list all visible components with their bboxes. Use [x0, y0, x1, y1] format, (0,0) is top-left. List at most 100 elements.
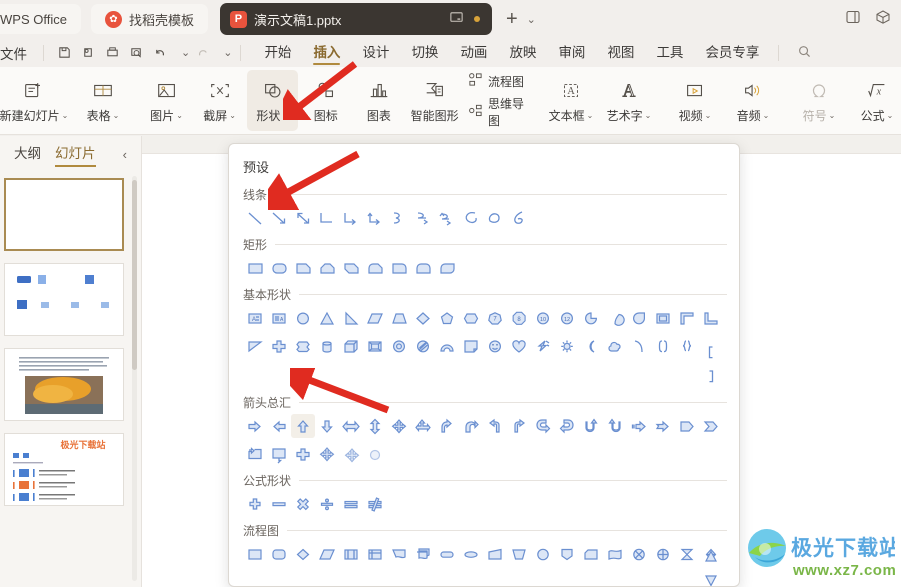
- shape-round-same-side-corner[interactable]: [411, 256, 435, 280]
- shape-striped-right-arrow[interactable]: [627, 414, 651, 438]
- undo-icon[interactable]: [148, 42, 172, 64]
- shape-smiley-face[interactable]: [483, 334, 507, 358]
- shape-elbow-double-arrow[interactable]: [363, 206, 387, 230]
- shape-down-arrow-callout[interactable]: [315, 442, 339, 466]
- cube-icon[interactable]: [875, 9, 891, 28]
- shape-pie[interactable]: [579, 306, 603, 330]
- shape-cross[interactable]: [267, 334, 291, 358]
- shape-curve-arrow[interactable]: [411, 206, 435, 230]
- shape-fc-or[interactable]: [651, 542, 675, 566]
- tab-view[interactable]: 视图: [596, 38, 645, 67]
- tab-slideshow[interactable]: 放映: [498, 38, 547, 67]
- shape-freeform[interactable]: [483, 206, 507, 230]
- shape-fc-predefined-process[interactable]: [339, 542, 363, 566]
- shape-cube[interactable]: [339, 334, 363, 358]
- ribbon-flowchart[interactable]: 流程图: [468, 72, 530, 90]
- shape-isosceles-triangle[interactable]: [315, 306, 339, 330]
- ribbon-shapes[interactable]: 形状 ⌃: [247, 70, 299, 131]
- shape-fc-preparation[interactable]: [459, 542, 483, 566]
- slide-thumbnail-4[interactable]: 极光下载站: [4, 433, 124, 506]
- shape-fc-card[interactable]: [579, 542, 603, 566]
- tab-start[interactable]: 开始: [253, 38, 302, 67]
- shape-hexagon[interactable]: [459, 306, 483, 330]
- shape-pentagon-arrow[interactable]: [675, 414, 699, 438]
- shape-right-arrow-callout[interactable]: [243, 442, 267, 466]
- shape-elbow-arrow[interactable]: [339, 206, 363, 230]
- shape-cloud[interactable]: [603, 334, 627, 358]
- shape-heart[interactable]: [507, 334, 531, 358]
- shape-right-bracket[interactable]: [699, 364, 723, 388]
- shape-circular-arrow[interactable]: [459, 414, 483, 438]
- shape-round-single-corner[interactable]: [387, 256, 411, 280]
- wps-office-tab[interactable]: WPS Office: [0, 4, 81, 34]
- ribbon-screenshot[interactable]: 截屏 ⌄: [194, 70, 245, 131]
- slide-thumbnail-3[interactable]: [4, 348, 124, 421]
- sidebar-toggle-icon[interactable]: [845, 9, 861, 28]
- shape-fc-merge[interactable]: [699, 568, 723, 586]
- shape-fc-decision[interactable]: [291, 542, 315, 566]
- shape-cross-arrow[interactable]: [339, 442, 363, 466]
- ribbon-textbox[interactable]: A 文本框 ⌄: [543, 70, 599, 131]
- shape-fc-document[interactable]: [387, 542, 411, 566]
- shape-fc-multidocument[interactable]: [411, 542, 435, 566]
- shape-u-turn-arrow[interactable]: [531, 414, 555, 438]
- shape-left-right-arrow[interactable]: [339, 414, 363, 438]
- ribbon-symbol[interactable]: 符号 ⌄: [791, 70, 847, 131]
- shape-fc-off-page-connector[interactable]: [555, 542, 579, 566]
- ribbon-table[interactable]: 表格 ⌄: [75, 70, 131, 131]
- ribbon-wordart[interactable]: A 艺术字 ⌄: [601, 70, 657, 131]
- shape-right-arrow[interactable]: [243, 414, 267, 438]
- shape-fc-process[interactable]: [243, 542, 267, 566]
- shape-parallelogram[interactable]: [363, 306, 387, 330]
- shape-elbow-connector[interactable]: [315, 206, 339, 230]
- shape-double-bracket[interactable]: [651, 334, 675, 358]
- shape-donut[interactable]: [387, 334, 411, 358]
- shape-line-arrow[interactable]: [267, 206, 291, 230]
- shape-oval[interactable]: [291, 306, 315, 330]
- shape-l-shape-corner[interactable]: [675, 306, 699, 330]
- shape-text-box-2[interactable]: A: [267, 306, 291, 330]
- shape-trapezoid[interactable]: [387, 306, 411, 330]
- shape-text-box[interactable]: A: [243, 306, 267, 330]
- shape-left-arrow[interactable]: [267, 414, 291, 438]
- shape-snip-single-corner[interactable]: [291, 256, 315, 280]
- shape-up-down-arrow[interactable]: [363, 414, 387, 438]
- shape-dodecagon[interactable]: 12: [555, 306, 579, 330]
- chevron-down-icon[interactable]: ⌄: [527, 13, 536, 26]
- shape-no-symbol[interactable]: [411, 334, 435, 358]
- ribbon-smartart[interactable]: 智能图形: [406, 70, 463, 131]
- shape-equal-sign[interactable]: [339, 492, 363, 516]
- save-icon[interactable]: [52, 42, 76, 64]
- shape-double-brace[interactable]: [675, 334, 699, 358]
- shape-left-arrow-callout[interactable]: [267, 442, 291, 466]
- shape-up-arrow-callout[interactable]: [291, 442, 315, 466]
- shape-fc-terminator[interactable]: [435, 542, 459, 566]
- shape-chord[interactable]: [603, 306, 627, 330]
- ribbon-video[interactable]: 视频 ⌄: [667, 70, 723, 131]
- shape-quad-arrow-callout[interactable]: [363, 442, 387, 466]
- shape-rounded-rectangle[interactable]: [267, 256, 291, 280]
- find-template-tab[interactable]: ✿ 找稻壳模板: [90, 4, 208, 34]
- shape-moon[interactable]: [579, 334, 603, 358]
- shape-diamond[interactable]: [411, 306, 435, 330]
- print-preview-icon[interactable]: [124, 42, 148, 64]
- shape-right-triangle[interactable]: [339, 306, 363, 330]
- shape-fc-summing-junction[interactable]: [627, 542, 651, 566]
- shape-chevron-arrow[interactable]: [699, 414, 723, 438]
- shape-left-bracket[interactable]: [699, 340, 723, 364]
- shape-arc-line[interactable]: [627, 334, 651, 358]
- shape-round-diagonal-corner[interactable]: [435, 256, 459, 280]
- shape-fc-data[interactable]: [315, 542, 339, 566]
- shape-plus-sign[interactable]: [243, 492, 267, 516]
- shape-up-arrow[interactable]: [291, 414, 315, 438]
- shape-minus-sign[interactable]: [267, 492, 291, 516]
- slide-thumbnail-2[interactable]: [4, 263, 124, 336]
- shape-bent-arrow-2[interactable]: [507, 414, 531, 438]
- shape-notched-right-arrow[interactable]: [651, 414, 675, 438]
- shape-bent-arrow[interactable]: [483, 414, 507, 438]
- shape-down-arrow[interactable]: [315, 414, 339, 438]
- slide-thumbnail-1[interactable]: [4, 178, 124, 251]
- shape-fc-punched-tape[interactable]: [603, 542, 627, 566]
- monitor-icon[interactable]: [449, 10, 464, 28]
- save-as-icon[interactable]: [76, 42, 100, 64]
